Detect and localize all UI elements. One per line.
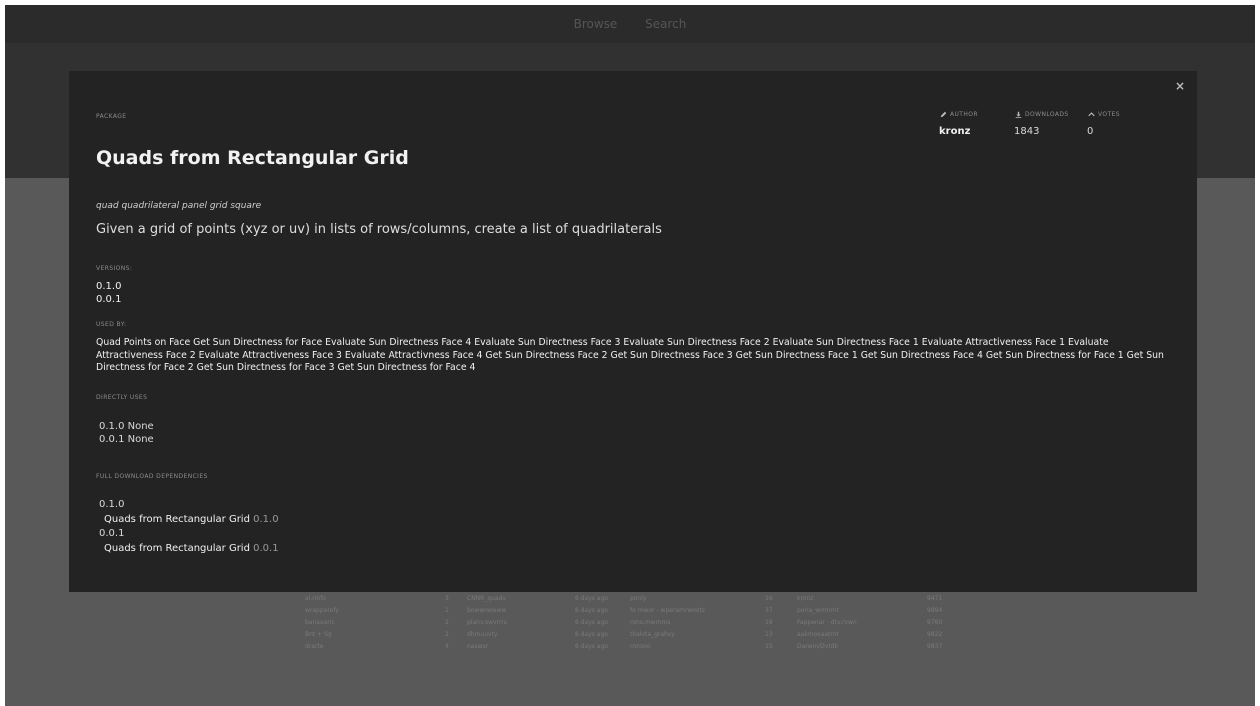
dependency-version: 0.1.0 [99, 499, 125, 510]
background-table-cell: Bnt + Sg [305, 631, 332, 638]
background-table-cell: 16 [765, 595, 773, 602]
background-table-cell: 15 [765, 643, 773, 650]
download-icon [1015, 111, 1022, 118]
background-table-cell: 6 days ago [575, 631, 608, 638]
background-table-cell: CNNR_quadv [467, 595, 506, 602]
background-table-cell: fo mwor - wperamrwoxts [630, 607, 705, 614]
background-table-cell: 9837 [927, 643, 943, 650]
background-table-cell: Fappenar - dtv.rvwn [797, 619, 857, 626]
background-table-row: Bnt + Sg 2 dhmuuvty 6 days ago thalvta_grahv… [305, 631, 965, 643]
nav-browse-link[interactable]: Browse [574, 17, 618, 31]
author-stat: AUTHOR kronz [939, 111, 978, 137]
downloads-stat: DOWNLOADS 1843 [1014, 111, 1069, 137]
background-table-row: banaxaric 2 planv.swvrrrs 6 days ago rons.mw… [305, 619, 965, 631]
version-item[interactable]: 0.1.0 [96, 280, 121, 293]
background-table-cell: banaxaric [305, 619, 335, 626]
version-item[interactable]: 0.0.1 [96, 293, 121, 306]
votes-stat: VOTES 0 [1087, 111, 1120, 137]
background-table-cell: dhmuuvty [467, 631, 498, 638]
close-button[interactable]: × [1175, 79, 1185, 93]
pencil-icon [940, 111, 947, 118]
used-by-label: USED BY: [96, 321, 127, 328]
background-table-cell: planv.swvrrrs [467, 619, 507, 626]
directly-uses-label: DIRECTLY USES [96, 394, 148, 401]
dependency-package-name[interactable]: Quads from Rectangular Grid [104, 514, 250, 525]
votes-label-row: VOTES [1087, 111, 1120, 118]
background-table-cell: poria_wrmrmt [797, 607, 839, 614]
background-table-cell: 1 [445, 607, 449, 614]
author-label: AUTHOR [950, 111, 978, 118]
background-table-cell: 9760 [927, 619, 943, 626]
downloads-label-row: DOWNLOADS [1014, 111, 1069, 118]
author-label-row: AUTHOR [939, 111, 978, 118]
dependency-item[interactable]: Quads from Rectangular Grid 0.1.0 [99, 513, 279, 528]
background-table-cell: naswsr [467, 643, 489, 650]
package-description: Given a grid of points (xyz or uv) in li… [96, 222, 662, 237]
background-table-cell: 2 [445, 619, 449, 626]
background-table-row: drarte 4 naswsr 6 days ago rnnsoo 15 Darwin/Dv… [305, 643, 965, 655]
background-table-cell: drarte [305, 643, 324, 650]
votes-label: VOTES [1098, 111, 1120, 118]
nav-search-link[interactable]: Search [645, 17, 686, 31]
background-table-cell: 6 days ago [575, 607, 608, 614]
author-value[interactable]: kronz [939, 126, 978, 137]
background-table-cell: bowwrwwww [467, 607, 507, 614]
background-table-cell: rons.mwmms [630, 619, 671, 626]
background-table-cell: 37 [765, 607, 773, 614]
nav-links: Browse Search [5, 17, 1255, 31]
background-table-cell: aakmoxaatmt [797, 631, 839, 638]
used-by-list[interactable]: Quad Points on Face Get Sun Directness f… [96, 337, 1166, 375]
background-table-cell: 2 [445, 631, 449, 638]
background-table-cell: 4 [445, 643, 449, 650]
background-table-cell: 9894 [927, 607, 943, 614]
background-table-cell: 3 [445, 595, 449, 602]
dependency-item[interactable]: Quads from Rectangular Grid 0.0.1 [99, 542, 279, 557]
directly-uses-item: 0.0.1 None [99, 434, 154, 445]
package-keywords: quad quadrilateral panel grid square [96, 201, 262, 211]
full-dependencies-label: FULL DOWNLOAD DEPENDENCIES [96, 473, 208, 480]
background-table-cell: Darwin/Dvtdk [797, 643, 838, 650]
background-table-cell: wrapparefy [305, 607, 339, 614]
package-label: PACKAGE [96, 113, 127, 120]
package-details-modal: × PACKAGE Quads from Rectangular Grid AU… [69, 71, 1197, 592]
background-table-cell: rnnsoo [630, 643, 651, 650]
package-title: Quads from Rectangular Grid [96, 147, 409, 169]
top-nav: Browse Search [5, 5, 1255, 43]
votes-value: 0 [1087, 126, 1094, 137]
background-table-cell: 13 [765, 631, 773, 638]
directly-uses-list: 0.1.0 None 0.0.1 None [99, 420, 154, 446]
downloads-label: DOWNLOADS [1025, 111, 1069, 118]
background-package-table: al.rinfo 3 CNNR_quadv 6 days ago ponly 16 kron… [305, 595, 965, 655]
dependency-package-version: 0.0.1 [253, 542, 279, 554]
chevron-up-icon[interactable] [1087, 111, 1096, 118]
background-table-cell: 6 days ago [575, 595, 608, 602]
background-table-cell: ponly [630, 595, 647, 602]
background-table-row: wrapparefy 1 bowwrwwww 6 days ago fo mwor - … [305, 607, 965, 619]
versions-list: 0.1.0 0.0.1 [96, 280, 121, 306]
background-table-cell: kronz [797, 595, 814, 602]
background-table-cell: 18 [765, 619, 773, 626]
background-table-cell: 9822 [927, 631, 943, 638]
versions-label: VERSIONS: [96, 265, 133, 272]
downloads-value: 1843 [1014, 126, 1040, 137]
dependency-version: 0.0.1 [99, 528, 125, 539]
directly-uses-item: 0.1.0 None [99, 421, 154, 432]
background-table-cell: 6 days ago [575, 643, 608, 650]
background-table-row: al.rinfo 3 CNNR_quadv 6 days ago ponly 16 kron… [305, 595, 965, 607]
background-table-cell: thalvta_grahvy [630, 631, 675, 638]
background-table-cell: al.rinfo [305, 595, 326, 602]
background-table-cell: 6 days ago [575, 619, 608, 626]
background-table-cell: 9471 [927, 595, 943, 602]
full-dependencies-list: 0.1.0 Quads from Rectangular Grid 0.1.0 … [99, 498, 279, 556]
dependency-package-version: 0.1.0 [253, 513, 279, 525]
dependency-package-name[interactable]: Quads from Rectangular Grid [104, 543, 250, 554]
